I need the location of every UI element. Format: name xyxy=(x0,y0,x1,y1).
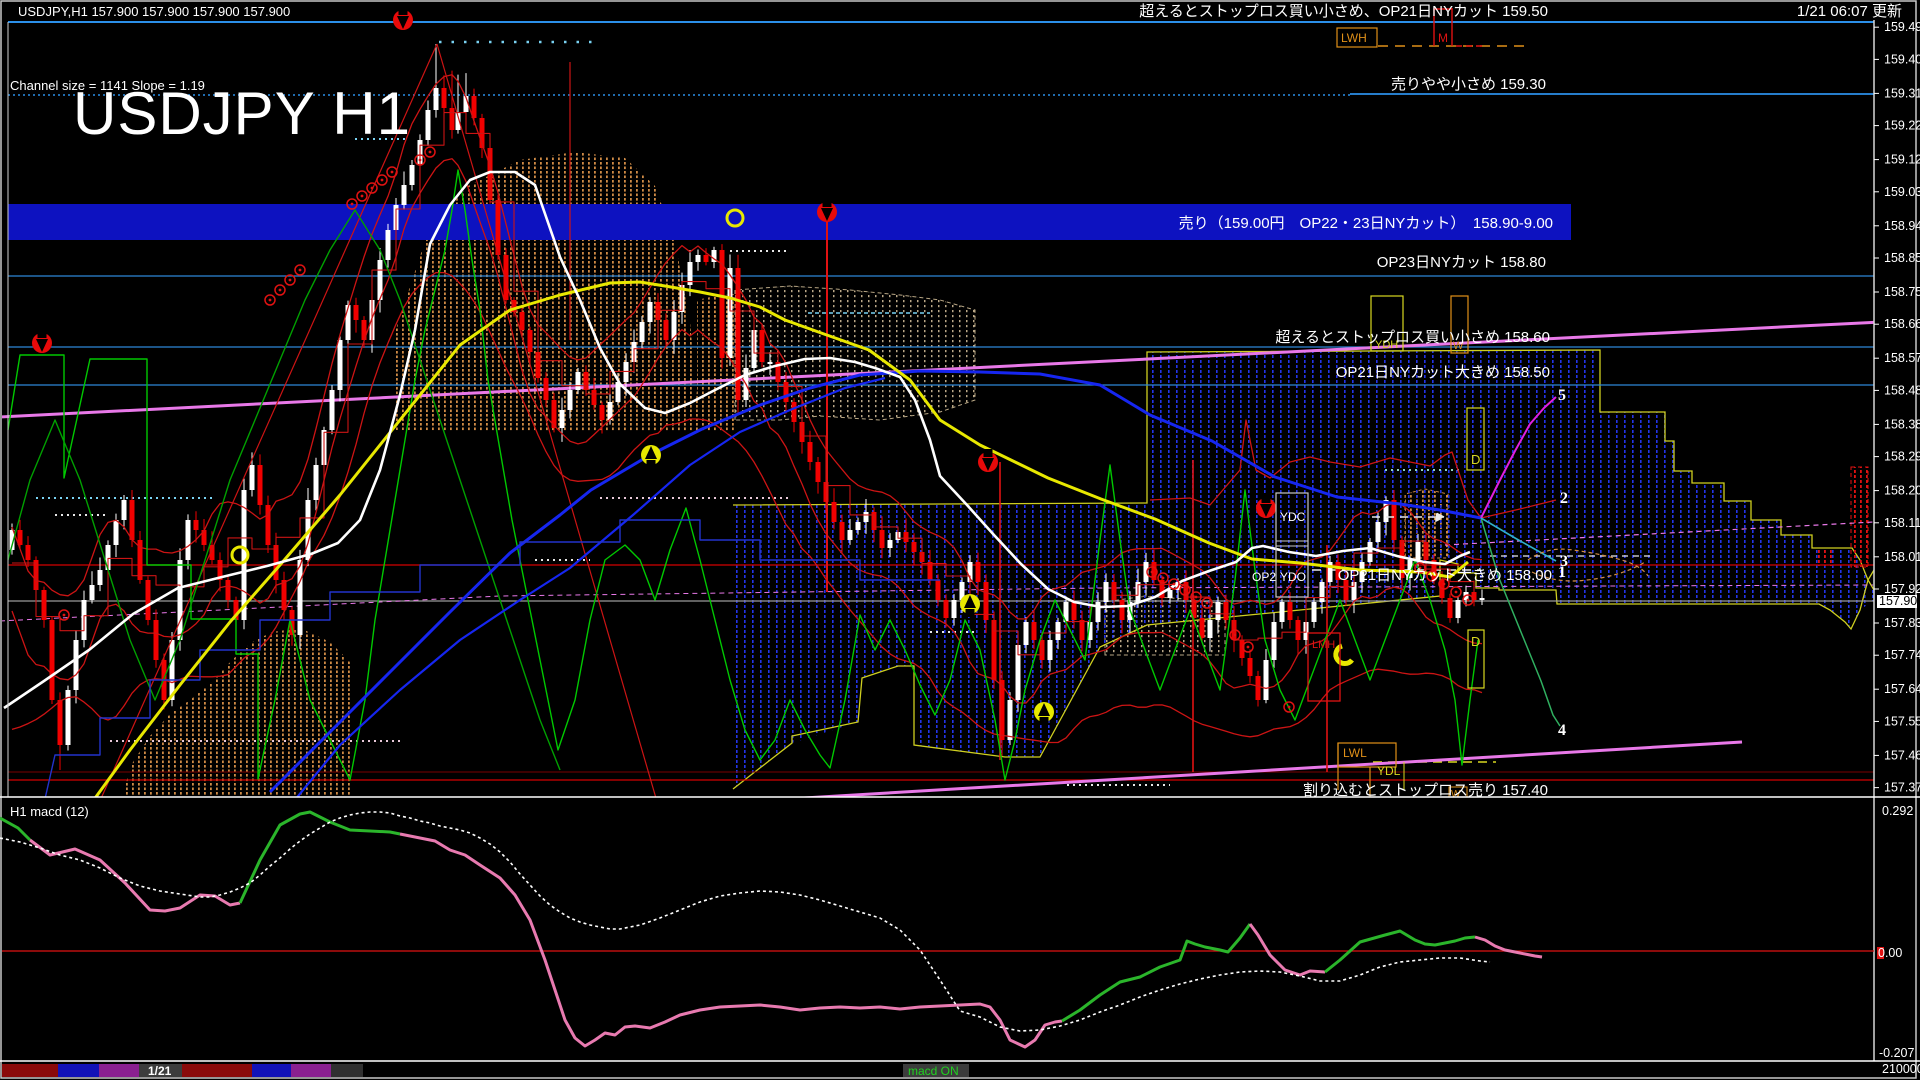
svg-text:超えるとストップロス買い小さめ、OP21日NYカット 159: 超えるとストップロス買い小さめ、OP21日NYカット 159.50 xyxy=(1139,3,1548,20)
svg-text:1/21 06:07 更新: 1/21 06:07 更新 xyxy=(1797,3,1902,20)
svg-text:超えるとストップロス買い小さめ 158.60: 超えるとストップロス買い小さめ 158.60 xyxy=(1275,329,1550,346)
svg-text:D: D xyxy=(1471,452,1480,467)
svg-text:YDO: YDO xyxy=(1280,570,1306,584)
svg-text:LMH: LMH xyxy=(1312,639,1335,651)
svg-text:157.555: 157.555 xyxy=(1884,714,1920,728)
svg-text:2: 2 xyxy=(1560,490,1568,507)
svg-text:158.385: 158.385 xyxy=(1884,417,1920,431)
svg-text:macd ON: macd ON xyxy=(908,1064,959,1078)
svg-text:1/21: 1/21 xyxy=(148,1064,172,1078)
svg-text:158.665: 158.665 xyxy=(1884,317,1920,331)
svg-text:158.200: 158.200 xyxy=(1884,484,1920,498)
svg-text:158.110: 158.110 xyxy=(1884,516,1920,530)
svg-text:D: D xyxy=(1471,634,1480,649)
svg-text:157.740: 157.740 xyxy=(1884,648,1920,662)
svg-text:158.015: 158.015 xyxy=(1884,550,1920,564)
svg-text:157.645: 157.645 xyxy=(1884,682,1920,696)
svg-text:4: 4 xyxy=(1558,722,1566,739)
svg-text:OP21日NYカット大きめ 158.50: OP21日NYカット大きめ 158.50 xyxy=(1336,364,1550,381)
svg-text:LWL: LWL xyxy=(1343,746,1367,760)
svg-text:OP23日NYカット 158.80: OP23日NYカット 158.80 xyxy=(1377,254,1546,271)
svg-text:158.850: 158.850 xyxy=(1884,251,1920,265)
svg-text:売り（159.00円 OP22・23日NYカット） 158.: 売り（159.00円 OP22・23日NYカット） 158.90-9.00 xyxy=(1179,215,1553,232)
svg-text:売りやや小さめ 159.30: 売りやや小さめ 159.30 xyxy=(1391,76,1546,93)
svg-text:USDJPY H1: USDJPY H1 xyxy=(73,80,411,147)
svg-text:1: 1 xyxy=(1558,564,1566,581)
svg-text:0.292: 0.292 xyxy=(1882,804,1913,818)
svg-text:M: M xyxy=(1438,31,1448,45)
svg-text:157.460: 157.460 xyxy=(1884,748,1920,762)
svg-text:159.495: 159.495 xyxy=(1884,20,1920,34)
svg-text:OP2: OP2 xyxy=(1252,570,1276,584)
svg-text:158.480: 158.480 xyxy=(1884,383,1920,397)
svg-text:158.570: 158.570 xyxy=(1884,351,1920,365)
svg-text:157.900: 157.900 xyxy=(1879,594,1920,608)
svg-text:159.125: 159.125 xyxy=(1884,153,1920,167)
svg-text:LWH: LWH xyxy=(1341,31,1367,45)
svg-text:159.310: 159.310 xyxy=(1884,86,1920,100)
svg-text:OP21日NYカット大きめ 158.00: OP21日NYカット大きめ 158.00 xyxy=(1338,567,1552,584)
svg-text:YDC: YDC xyxy=(1280,510,1306,524)
svg-text:5: 5 xyxy=(1558,387,1566,404)
svg-text:159.035: 159.035 xyxy=(1884,185,1920,199)
svg-text:-0.207: -0.207 xyxy=(1879,1046,1914,1060)
svg-text:158.295: 158.295 xyxy=(1884,450,1920,464)
svg-text:159.405: 159.405 xyxy=(1884,52,1920,66)
svg-text:YDL: YDL xyxy=(1377,764,1401,778)
svg-text:210000: 210000 xyxy=(1882,1062,1920,1076)
svg-text:158.940: 158.940 xyxy=(1884,219,1920,233)
svg-text:159.220: 159.220 xyxy=(1884,119,1920,133)
svg-text:H1 macd (12): H1 macd (12) xyxy=(10,804,89,819)
svg-text:157.370: 157.370 xyxy=(1884,781,1920,795)
svg-text:158.755: 158.755 xyxy=(1884,285,1920,299)
svg-text:0.00: 0.00 xyxy=(1878,946,1902,960)
svg-text:USDJPY,H1 157.900 157.900 157: USDJPY,H1 157.900 157.900 157.900 157.90… xyxy=(18,4,290,19)
svg-text:157.830: 157.830 xyxy=(1884,616,1920,630)
